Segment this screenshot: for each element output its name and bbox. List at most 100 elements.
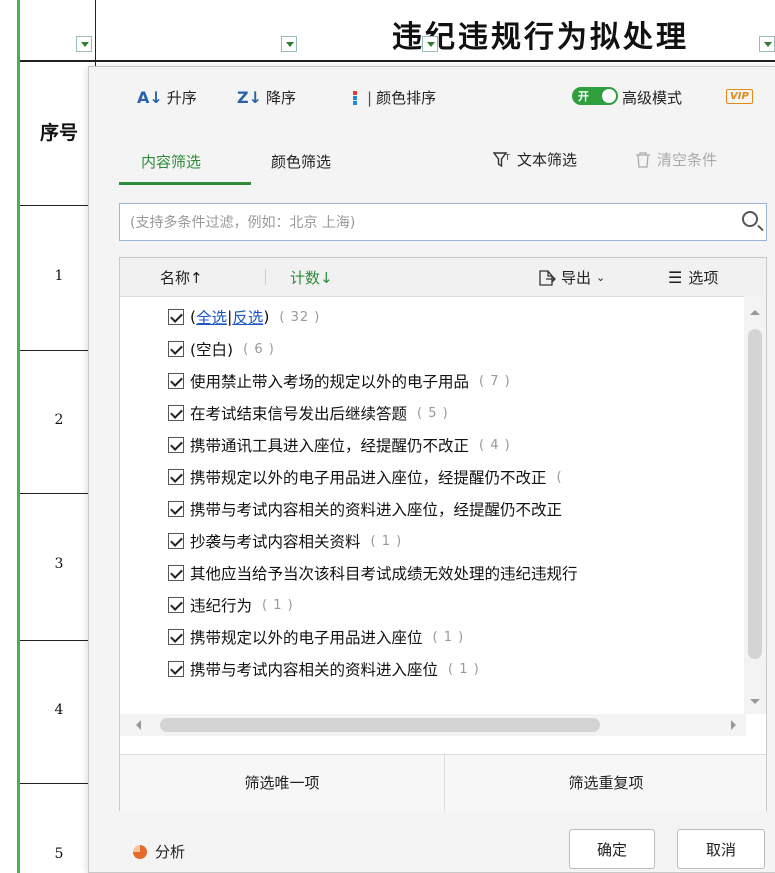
sort-by-count-button[interactable]: 计数↓ (290, 267, 333, 288)
row-number: 2 (54, 412, 64, 428)
sort-ascending-label: 升序 (166, 89, 197, 107)
select-all-link[interactable]: 全选 (196, 306, 227, 328)
list-item-select-all[interactable]: ( 全选 | 反选 ) ( 32 ) (168, 304, 320, 330)
filter-unique-duplicate-bar: 筛选唯一项 筛选重复项 (120, 754, 766, 811)
header-divider (265, 269, 266, 285)
search-box (119, 203, 767, 242)
checkbox-checked[interactable] (168, 565, 184, 581)
item-count: ( 4 ) (479, 437, 511, 453)
item-count: ( 5 ) (417, 405, 449, 421)
item-count: ( (556, 469, 563, 485)
item-count: ( 7 ) (479, 373, 511, 389)
search-icon[interactable] (742, 211, 758, 227)
item-count: ( 32 ) (279, 309, 321, 325)
scroll-down-arrow-icon[interactable] (750, 699, 760, 704)
row-number: 5 (54, 846, 64, 862)
horizontal-scroll-thumb[interactable] (160, 718, 600, 732)
color-sort-button[interactable]: | 颜色排序 (353, 87, 436, 108)
export-icon (539, 269, 556, 286)
row-divider (20, 205, 95, 206)
invert-selection-link[interactable]: 反选 (232, 306, 263, 328)
list-item-label: 携带通讯工具进入座位，经提醒仍不改正 (190, 437, 470, 455)
vertical-scroll-thumb[interactable] (748, 329, 762, 659)
checkbox-checked[interactable] (168, 469, 184, 485)
sheet-title-area: 违纪违规行为拟处理 (392, 0, 775, 60)
list-item[interactable]: 携带与考试内容相关的资料进入座位，经提醒仍不改正 (168, 496, 572, 522)
search-input[interactable] (128, 204, 722, 242)
sort-ascending-button[interactable]: A↓ 升序 (137, 87, 197, 108)
filter-dropdown-icon[interactable] (422, 36, 438, 52)
sort-descending-icon: Z↓ (237, 88, 263, 107)
list-item-label: 携带与考试内容相关的资料进入座位，经提醒仍不改正 (190, 501, 563, 519)
filter-unique-button[interactable]: 筛选唯一项 (120, 755, 444, 811)
list-item[interactable]: 违纪行为 ( 1 ) (168, 592, 294, 618)
export-button[interactable]: 导出 ⌄ (538, 267, 605, 288)
toggle-state-text: 开 (578, 90, 589, 103)
text-filter-label: 文本筛选 (517, 151, 578, 169)
list-item[interactable]: 携带规定以外的电子用品进入座位 ( 1 ) (168, 624, 464, 650)
value-list: 名称↑ 计数↓ 导出 ⌄ ☰ 选项 ( 全选 | 反选) (32) (空白… (119, 257, 767, 811)
list-item[interactable]: 携带与考试内容相关的资料进入座位 ( 1 ) (168, 656, 480, 682)
options-button[interactable]: ☰ 选项 (668, 267, 718, 288)
item-count: ( 1 ) (448, 661, 480, 677)
list-item-label: 携带规定以外的电子用品进入座位，经提醒仍不改正 (190, 469, 547, 487)
cancel-button[interactable]: 取消 (677, 829, 765, 869)
advanced-mode-toggle[interactable]: 开 (572, 87, 618, 105)
list-item[interactable]: 抄袭与考试内容相关资料 ( 1 ) (168, 528, 402, 554)
list-header: 名称↑ 计数↓ 导出 ⌄ ☰ 选项 (120, 258, 766, 297)
row-number: 4 (54, 702, 64, 718)
advanced-mode-label: 高级模式 (622, 89, 683, 107)
sheet-left-edge (0, 0, 20, 873)
list-item-label: 携带与考试内容相关的资料进入座位 (190, 661, 439, 679)
checkbox-checked[interactable] (168, 533, 184, 549)
checkbox-checked[interactable] (168, 373, 184, 389)
list-item[interactable]: (空白) ( 6 ) (168, 336, 275, 362)
checkbox-checked[interactable] (168, 501, 184, 517)
ok-button[interactable]: 确定 (569, 829, 655, 869)
scroll-right-arrow-icon[interactable] (731, 720, 736, 730)
filter-duplicate-button[interactable]: 筛选重复项 (445, 755, 767, 811)
checkbox-checked[interactable] (168, 597, 184, 613)
list-item[interactable]: 携带规定以外的电子用品进入座位，经提醒仍不改正 ( (168, 464, 563, 490)
menu-icon: ☰ (668, 268, 683, 287)
checkbox-checked[interactable] (168, 629, 184, 645)
checkbox-checked[interactable] (168, 341, 184, 357)
list-item-label: 抄袭与考试内容相关资料 (190, 533, 361, 551)
row-divider (20, 640, 95, 641)
options-label: 选项 (688, 269, 719, 287)
list-item-label: 在考试结束信号发出后继续答题 (190, 405, 408, 423)
filter-dropdown-icon[interactable] (76, 36, 92, 52)
sort-descending-label: 降序 (266, 89, 297, 107)
checkbox-checked[interactable] (168, 405, 184, 421)
list-item[interactable]: 使用禁止带入考场的规定以外的电子用品 ( 7 ) (168, 368, 511, 394)
checkbox-checked[interactable] (168, 309, 184, 325)
analysis-label: 分析 (155, 843, 186, 861)
filter-dropdown-icon[interactable] (759, 36, 775, 52)
tab-color-filter[interactable]: 颜色筛选 (271, 151, 331, 172)
list-item[interactable]: 在考试结束信号发出后继续答题 ( 5 ) (168, 400, 449, 426)
list-item-label: ) (263, 308, 270, 326)
scroll-left-arrow-icon[interactable] (136, 720, 141, 730)
text-filter-button[interactable]: T 文本筛选 (493, 149, 577, 170)
horizontal-scrollbar[interactable] (120, 714, 746, 736)
list-item-label: (空白) (190, 341, 234, 359)
list-item[interactable]: 其他应当给予当次该科目考试成绩无效处理的违纪违规行 (168, 560, 588, 586)
row-divider (20, 493, 95, 494)
filter-dropdown-icon[interactable] (281, 36, 297, 52)
column-header-index: 序号 (39, 122, 78, 144)
vertical-scrollbar[interactable] (744, 296, 766, 714)
sort-by-name-button[interactable]: 名称↑ (160, 267, 203, 288)
color-sort-label: 颜色排序 (376, 89, 437, 107)
checkbox-checked[interactable] (168, 437, 184, 453)
sort-toolbar: A↓ 升序 Z↓ 降序 | 颜色排序 开 高级模式 VIP (89, 67, 775, 125)
item-count: ( 1 ) (370, 533, 403, 549)
value-items: ( 全选 | 反选 ) ( 32 ) (空白) ( 6 ) 使用禁止带入考场的规… (120, 296, 734, 714)
scroll-up-arrow-icon[interactable] (750, 310, 760, 315)
sort-descending-button[interactable]: Z↓ 降序 (237, 87, 296, 108)
row-number: 3 (54, 556, 64, 572)
tab-content-filter[interactable]: 内容筛选 (141, 151, 201, 172)
checkbox-checked[interactable] (168, 661, 184, 677)
clear-conditions-button[interactable]: 清空条件 (635, 149, 717, 170)
list-item[interactable]: 携带通讯工具进入座位，经提醒仍不改正 ( 4 ) (168, 432, 511, 458)
analysis-button[interactable]: 分析 (133, 841, 185, 862)
